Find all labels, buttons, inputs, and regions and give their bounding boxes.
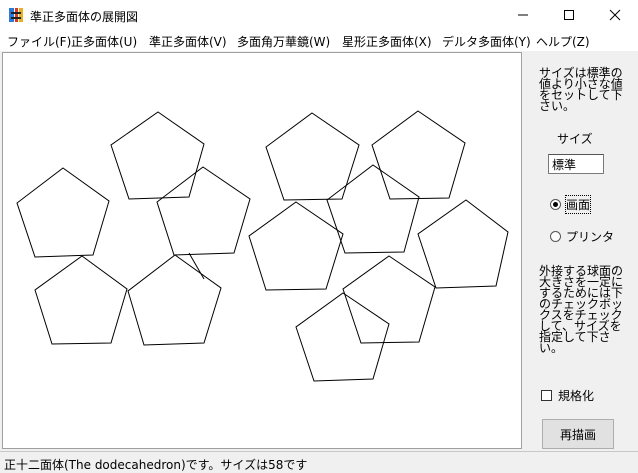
normalize-label: 規格化 [558,389,595,403]
radio-printer[interactable]: プリンタ [550,228,614,245]
window-title: 準正多面体の展開図 [30,10,139,24]
menu-semiregular-polyhedra[interactable]: 準正多面体(V) [149,33,227,50]
radio-printer-indicator[interactable] [550,231,561,242]
menu-help[interactable]: ヘルプ(Z) [536,33,590,50]
size-label: サイズ [557,132,593,146]
normalize-hint-text: 外接する球面の大きさを一定にするためには下のチェックボックスをチェックして、サイ… [539,264,624,355]
maximize-icon [564,10,574,20]
status-divider [0,451,638,452]
menu-regular-polyhedra[interactable]: 正多面体(U) [71,33,137,50]
control-panel: サイズは標準の値より小さな値をセットして下さい。 サイズ 画面 プリンタ 外接す… [524,52,638,449]
pentagon-face-5 [127,254,222,346]
pentagon-face-3 [16,167,110,258]
normalize-checkbox[interactable] [541,390,552,401]
pentagon-face-1 [110,111,205,200]
pentagon-face-10 [417,199,509,289]
pentagon-face-2 [156,166,251,256]
radio-screen-indicator[interactable] [550,199,561,210]
redraw-button[interactable]: 再描画 [542,419,614,449]
radio-printer-label: プリンタ [566,230,615,244]
close-button[interactable] [592,0,638,30]
normalize-checkbox-row[interactable]: 規格化 [541,387,594,404]
net-faces [16,110,509,382]
minimize-icon [518,14,528,16]
radio-screen[interactable]: 画面 [550,195,592,214]
menu-kaleidoscope[interactable]: 多面角万華鏡(W) [237,33,330,50]
pentagon-face-11 [342,255,436,344]
pentagon-face-12 [295,292,390,382]
minimize-button[interactable] [500,0,546,30]
app-icon [9,8,23,22]
close-icon [609,9,621,21]
net-edge-marker [188,252,205,280]
status-bar: 正十二面体(The dodecahedron)です。サイズは58です [0,451,638,473]
pentagon-face-8 [371,110,466,200]
pentagon-face-4 [34,255,128,345]
size-hint-text: サイズは標準の値より小さな値をセットして下さい。 [539,66,623,113]
pentagon-face-6 [248,201,344,291]
maximize-button[interactable] [546,0,592,30]
title-bar: 準正多面体の展開図 [0,0,638,30]
menu-file[interactable]: ファイル(F) [7,33,71,50]
menu-stellated-polyhedra[interactable]: 星形正多面体(X) [342,33,432,50]
size-input[interactable] [548,154,604,174]
drawing-canvas [2,52,522,449]
pentagon-face-7 [265,112,360,201]
pentagon-face-9 [326,164,420,254]
dodecahedron-net [16,110,509,382]
status-text: 正十二面体(The dodecahedron)です。サイズは58です [4,458,308,472]
menu-bar: ファイル(F) 正多面体(U) 準正多面体(V) 多面角万華鏡(W) 星形正多面… [0,30,638,51]
menu-deltahedra[interactable]: デルタ多面体(Y) [442,33,531,50]
radio-screen-label: 画面 [564,195,592,214]
